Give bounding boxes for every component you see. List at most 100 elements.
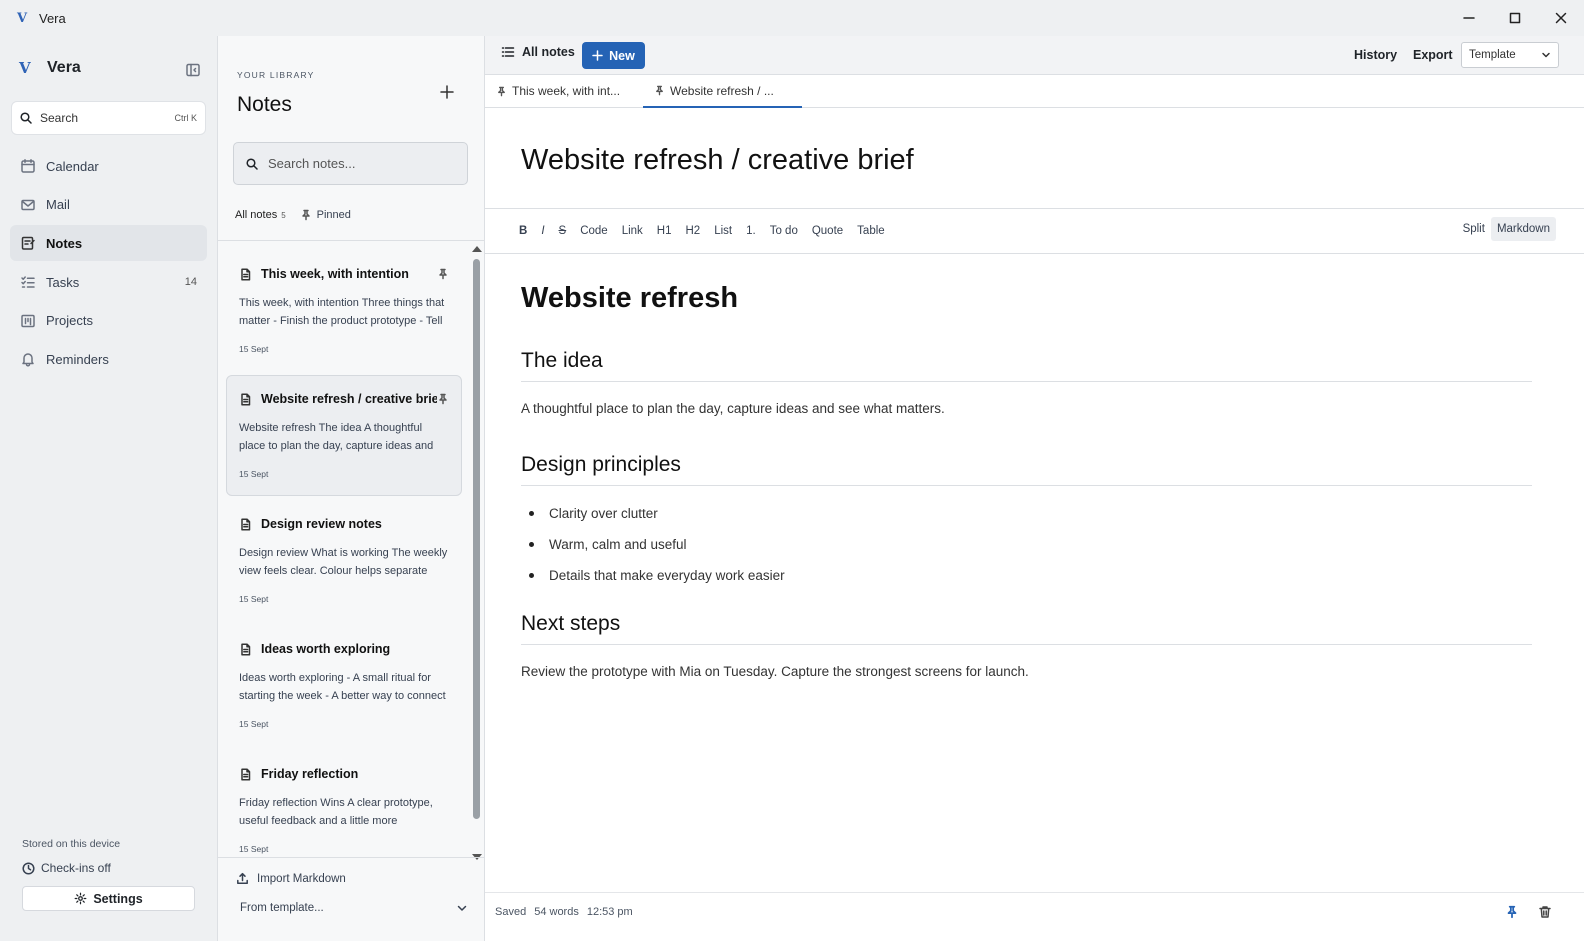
- chevron-down-icon: [1542, 52, 1550, 58]
- document-icon: [241, 767, 251, 780]
- code-button[interactable]: Code: [580, 225, 608, 237]
- sidebar-item-projects[interactable]: Projects: [10, 303, 207, 339]
- table-button[interactable]: Table: [857, 225, 885, 237]
- sidebar-item-label: Notes: [46, 235, 83, 251]
- history-button[interactable]: History: [1354, 48, 1397, 62]
- sidebar-item-calendar[interactable]: Calendar: [10, 148, 207, 184]
- pin-icon[interactable]: [437, 393, 449, 405]
- window-controls: [1446, 0, 1584, 36]
- heading2-button[interactable]: H2: [686, 225, 701, 237]
- sidebar-item-reminders[interactable]: Reminders: [10, 341, 207, 377]
- note-excerpt: Friday reflection Wins A clear prototype…: [239, 797, 433, 827]
- close-button[interactable]: [1538, 0, 1584, 36]
- storage-status: Stored on this device: [22, 838, 121, 850]
- italic-button[interactable]: I: [541, 225, 544, 237]
- all-notes-button[interactable]: All notes: [501, 45, 575, 59]
- list-item: Warm, calm and useful: [521, 536, 1532, 567]
- export-button[interactable]: Export: [1413, 48, 1453, 62]
- pin-icon: [656, 85, 663, 96]
- import-markdown-label: Import Markdown: [257, 872, 346, 885]
- note-date: 15 Sept: [239, 344, 269, 354]
- sidebar-item-label: Calendar: [46, 158, 99, 174]
- section-text-idea: A thoughtful place to plan the day, capt…: [521, 401, 945, 416]
- search-shortcut: Ctrl K: [174, 113, 198, 123]
- pin-icon: [498, 86, 505, 96]
- notes-panel: YOUR LIBRARY Notes All notes 5 Pinned Th…: [218, 36, 485, 941]
- pin-icon: [301, 209, 310, 221]
- upload-icon: [237, 872, 248, 884]
- divider: [218, 857, 484, 858]
- maximize-button[interactable]: [1492, 0, 1538, 36]
- view-mode-switch: Split Markdown: [1457, 217, 1556, 241]
- tab-website-refresh[interactable]: Website refresh / ...: [643, 75, 802, 108]
- bullet-list-button[interactable]: List: [714, 225, 732, 237]
- format-toolbar: B I S Code Link H1 H2 List 1. To do Quot…: [485, 208, 1584, 254]
- filter-all-notes[interactable]: All notes: [235, 209, 277, 221]
- tab-this-week[interactable]: This week, with int...: [485, 75, 643, 107]
- minimize-button[interactable]: [1446, 0, 1492, 36]
- filter-all-count: 5: [281, 210, 286, 220]
- template-select[interactable]: Template: [1461, 42, 1559, 68]
- pin-note-button[interactable]: [1505, 905, 1519, 919]
- import-markdown-button[interactable]: Import Markdown: [236, 872, 346, 885]
- collapse-sidebar-button[interactable]: [185, 62, 201, 78]
- calendar-icon: [21, 159, 35, 173]
- filter-pinned[interactable]: Pinned: [317, 209, 351, 221]
- todo-button[interactable]: To do: [770, 225, 798, 237]
- search-icon: [20, 112, 32, 124]
- notes-search[interactable]: [233, 142, 468, 185]
- note-list-item[interactable]: Ideas worth exploring Ideas worth explor…: [226, 625, 462, 746]
- app-logo-icon: V: [16, 10, 28, 26]
- view-split-button[interactable]: Split: [1457, 217, 1491, 241]
- note-title: This week, with intention: [261, 267, 409, 281]
- sidebar-item-label: Projects: [46, 313, 93, 329]
- scrollbar-thumb[interactable]: [473, 259, 480, 819]
- sidebar-item-mail[interactable]: Mail: [10, 187, 207, 223]
- section-heading-principles: Design principles: [521, 453, 1532, 486]
- sidebar-item-tasks[interactable]: Tasks 14: [10, 264, 207, 300]
- bold-button[interactable]: B: [519, 225, 527, 237]
- from-template-select[interactable]: From template...: [240, 902, 468, 914]
- note-title: Ideas worth exploring: [261, 642, 391, 656]
- template-select-value: Template: [1469, 49, 1516, 61]
- library-label: YOUR LIBRARY: [237, 70, 315, 80]
- note-list-item[interactable]: Website refresh / creative brief Website…: [226, 375, 462, 496]
- sidebar-item-label: Tasks: [46, 274, 80, 290]
- checkins-toggle[interactable]: Check-ins off: [22, 861, 111, 875]
- clock-icon: [22, 861, 35, 875]
- status-bar: Saved 54 words 12:53 pm: [485, 892, 1584, 941]
- global-search-button[interactable]: Search Ctrl K: [11, 101, 206, 135]
- notes-panel-title: Notes: [237, 93, 292, 116]
- add-note-button[interactable]: [438, 83, 456, 101]
- notes-search-input[interactable]: [268, 156, 448, 171]
- note-title-field[interactable]: Website refresh / creative brief: [521, 144, 914, 177]
- bell-icon: [22, 353, 34, 367]
- note-list-item[interactable]: Design review notes Design review What i…: [226, 500, 462, 621]
- note-date: 15 Sept: [239, 844, 269, 854]
- new-note-button[interactable]: New: [582, 42, 645, 69]
- numbered-list-button[interactable]: 1.: [746, 225, 756, 237]
- note-list-item[interactable]: Friday reflection Friday reflection Wins…: [226, 750, 462, 856]
- note-excerpt: Website refresh The idea A thoughtful pl…: [239, 422, 434, 452]
- strikethrough-button[interactable]: S: [559, 225, 567, 237]
- all-notes-label: All notes: [522, 45, 575, 59]
- divider: [218, 240, 484, 241]
- new-label: New: [609, 48, 635, 63]
- gear-icon: [74, 892, 87, 905]
- view-markdown-button[interactable]: Markdown: [1490, 217, 1556, 241]
- section-heading-next-steps: Next steps: [521, 612, 1532, 645]
- scroll-up-arrow-icon[interactable]: [472, 246, 482, 252]
- notes-filters: All notes 5 Pinned: [235, 209, 351, 221]
- note-list-item[interactable]: This week, with intention This week, wit…: [226, 250, 462, 371]
- delete-note-button[interactable]: [1538, 905, 1552, 919]
- pin-icon[interactable]: [437, 268, 449, 280]
- note-content[interactable]: Website refresh The idea A thoughtful pl…: [521, 282, 1532, 679]
- link-button[interactable]: Link: [622, 225, 643, 237]
- heading1-button[interactable]: H1: [657, 225, 672, 237]
- settings-button[interactable]: Settings: [22, 886, 195, 911]
- note-list-scrollbar[interactable]: [470, 244, 482, 860]
- sidebar-item-notes[interactable]: Notes: [10, 225, 207, 262]
- note-date: 15 Sept: [239, 594, 269, 604]
- settings-label: Settings: [93, 891, 143, 906]
- quote-button[interactable]: Quote: [812, 225, 843, 237]
